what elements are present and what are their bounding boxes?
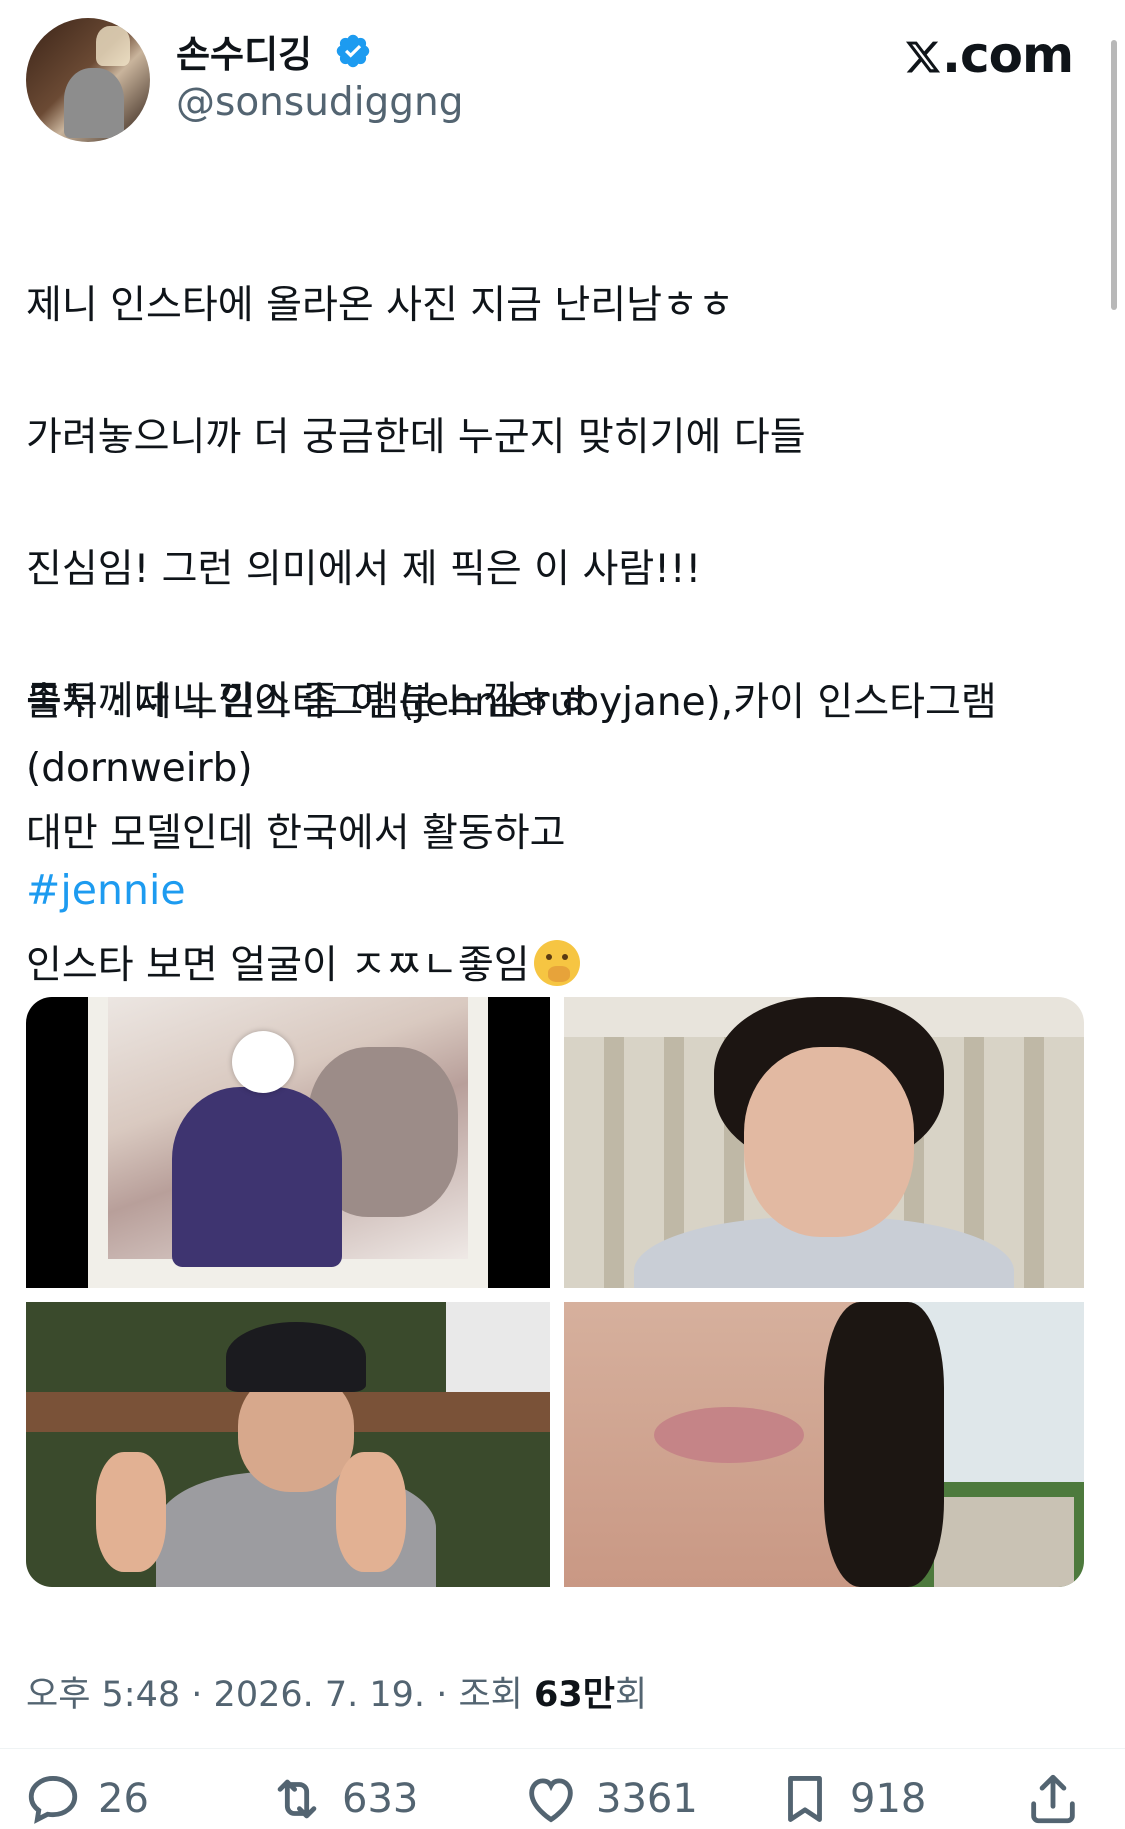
views-suffix: 회 xyxy=(614,1675,648,1715)
tweet-line: 진심임! 그런 의미에서 제 픽은 이 사람!!! xyxy=(26,547,702,592)
views-count: 63만 xyxy=(534,1675,615,1715)
display-name[interactable]: 손수디깅 xyxy=(176,24,312,78)
tweet-time[interactable]: 오후 5:48 xyxy=(26,1675,180,1715)
bookmark-icon xyxy=(788,1776,822,1822)
views-label: 조회 xyxy=(458,1675,523,1715)
hashtag-link[interactable]: #jennie xyxy=(26,866,186,914)
x-logo-icon xyxy=(905,41,941,73)
separator-dot: · xyxy=(191,1675,203,1715)
peace-hand-left xyxy=(96,1452,166,1572)
heart-icon xyxy=(529,1778,573,1823)
reply-count: 26 xyxy=(98,1776,149,1822)
tweet-line: 가려놓으니까 더 궁금한데 누군지 맞히기에 다들 xyxy=(26,415,806,460)
separator-dot: · xyxy=(436,1675,448,1715)
polaroid-frame xyxy=(88,997,488,1288)
media-photo-closeup[interactable] xyxy=(564,1302,1084,1587)
tweet-line: 대만 모델인데 한국에서 활동하고 xyxy=(26,811,566,856)
bookmark-count: 918 xyxy=(850,1776,927,1822)
figure-lips xyxy=(654,1407,804,1463)
source-text: 출처 : 제니 인스타그램(jennierubyjane),카이 인스타그램(d… xyxy=(26,680,997,791)
figure-cap xyxy=(226,1322,366,1392)
like-count: 3361 xyxy=(596,1776,698,1822)
polaroid-image xyxy=(108,997,468,1267)
tweet-line: 인스타 보면 얼굴이 ㅈㅉㄴ좋임 xyxy=(26,943,530,988)
bookmark-button[interactable]: 918 xyxy=(776,1770,926,1828)
tweet-line: 제니 인스타에 올라온 사진 지금 난리남ㅎㅎ xyxy=(26,283,734,328)
tweet-text: 제니 인스타에 올라온 사진 지금 난리남ㅎㅎ 가려놓으니까 더 궁금한데 누군… xyxy=(26,207,1066,1065)
media-grid xyxy=(26,997,1084,1587)
retweet-count: 633 xyxy=(342,1776,419,1822)
retweet-icon xyxy=(277,1779,317,1819)
verified-badge-icon xyxy=(336,34,370,68)
like-button[interactable]: 3361 xyxy=(522,1770,698,1828)
media-photo-selfie[interactable] xyxy=(564,997,1084,1288)
media-photo-peace-sign[interactable] xyxy=(26,1302,550,1587)
tweet-line-last: 인스타 보면 얼굴이 ㅈㅉㄴ좋임 xyxy=(26,933,1066,999)
peace-hand-right xyxy=(336,1452,406,1572)
tweet-meta: 오후 5:48 · 2026. 7. 19. · 조회 63만회 xyxy=(26,1666,647,1717)
avatar-lamp xyxy=(96,26,130,66)
share-button[interactable] xyxy=(1024,1770,1098,1828)
avatar[interactable] xyxy=(26,18,150,142)
retweet-button[interactable]: 633 xyxy=(268,1770,418,1828)
x-logo[interactable]: .com xyxy=(904,26,1074,84)
logo-text: .com xyxy=(942,26,1074,84)
hand-over-mouth-emoji-icon xyxy=(533,940,580,986)
media-photo-polaroid[interactable] xyxy=(26,997,550,1288)
heart-sticker-icon xyxy=(232,1031,294,1093)
avatar-figure xyxy=(64,68,124,138)
reply-button[interactable]: 26 xyxy=(24,1770,149,1828)
road-background xyxy=(934,1497,1074,1587)
user-handle[interactable]: @sonsudiggng xyxy=(176,80,464,125)
figure-shirt xyxy=(172,1087,342,1267)
reply-icon xyxy=(28,1776,78,1824)
divider xyxy=(0,1748,1125,1749)
figure-face xyxy=(744,1047,914,1237)
scrollbar[interactable] xyxy=(1111,40,1117,310)
figure-hair xyxy=(824,1302,944,1587)
share-icon xyxy=(1031,1774,1075,1824)
tweet-date[interactable]: 2026. 7. 19. xyxy=(214,1675,426,1715)
